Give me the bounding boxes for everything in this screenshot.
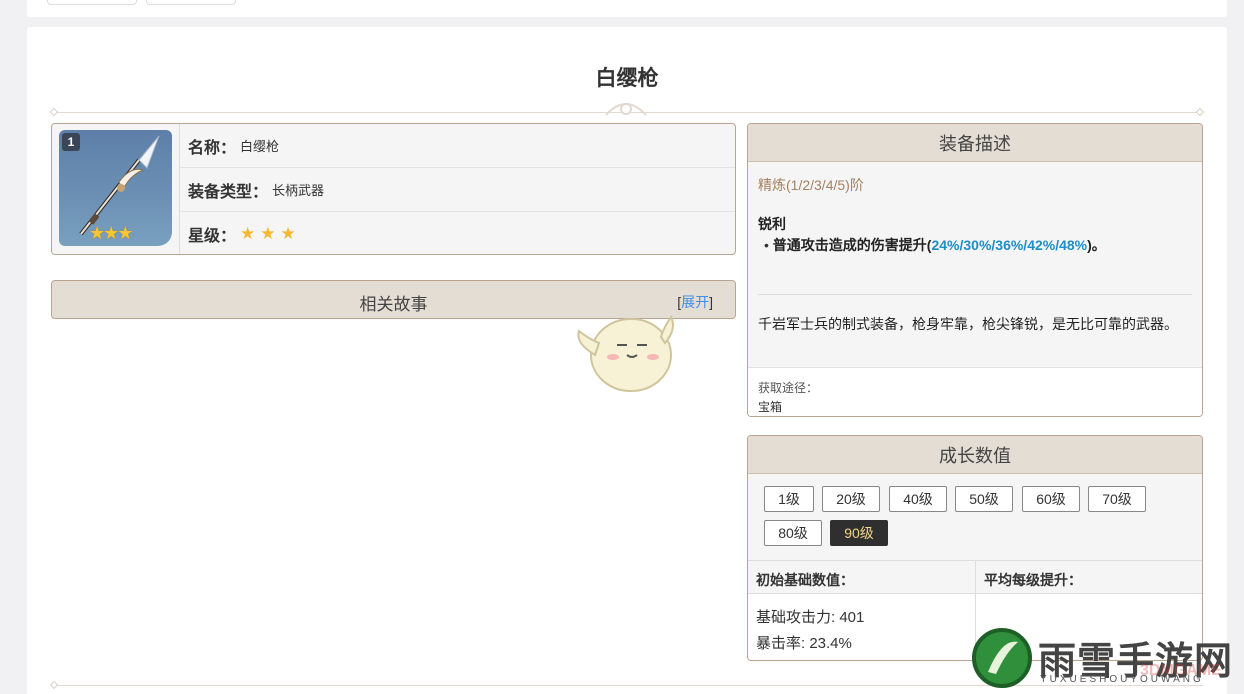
skill-description: • 普通攻击造成的伤害提升(24%/30%/36%/42%/48%)。 [764, 235, 1106, 255]
skill-tail: )。 [1087, 237, 1106, 253]
refine-line: 精炼(1/2/3/4/5)阶 [758, 177, 864, 193]
top-strip [27, 0, 1227, 17]
divider-emblem-icon [605, 103, 647, 116]
source-label: 获取途径： [758, 381, 819, 395]
story-expand: [展开] [677, 292, 713, 312]
name-value: 白缨枪 [240, 139, 280, 154]
type-value: 长柄武器 [272, 183, 325, 198]
avg-growth-header: 平均每级提升： [984, 572, 1082, 588]
expand-bracket: ] [709, 294, 713, 310]
weapon-info-table: 1 ★★★ 名称： 白缨枪 装备类型： 长柄武器 星级： ★ ★ ★ [51, 123, 736, 255]
divider-ornament-icon [49, 107, 59, 117]
flavor-text: 千岩军士兵的制式装备，枪身牢靠，枪尖锋锐，是无比可靠的武器。 [758, 316, 1178, 332]
level-button[interactable]: 60级 [1022, 486, 1080, 512]
mascot-icon [577, 315, 674, 392]
info-row-type: 装备类型： 长柄武器 [180, 168, 735, 212]
weapon-image: 1 ★★★ [59, 130, 172, 246]
base-stats-header: 初始基础数值： [756, 572, 854, 588]
divider-ornament-icon [49, 680, 59, 690]
level-button[interactable]: 50级 [955, 486, 1013, 512]
level-button[interactable]: 70级 [1088, 486, 1146, 512]
top-tab-button[interactable] [146, 0, 236, 5]
watermark-logo-icon [972, 628, 1032, 688]
info-row-rarity: 星级： ★ ★ ★ [180, 212, 735, 254]
site-watermark: 雨雪手游网 3DMGAME YUXUESHOUYOUWANG [972, 628, 1234, 690]
description-divider [758, 294, 1192, 295]
type-label: 装备类型： [188, 183, 269, 201]
divider-ornament-icon [1195, 107, 1205, 117]
source-block: 获取途径： 宝箱 [748, 367, 1202, 416]
rarity-stars: ★ ★ ★ [240, 224, 301, 244]
star-icon: ★ [280, 224, 296, 243]
description-header: 装备描述 [748, 124, 1202, 162]
weapon-image-cell: 1 ★★★ [52, 124, 180, 254]
level-button[interactable]: 90级 [830, 520, 888, 546]
skill-values: 24%/30%/36%/42%/48% [931, 237, 1088, 253]
equipment-description-panel: 装备描述 精炼(1/2/3/4/5)阶 锐利 • 普通攻击造成的伤害提升(24%… [747, 123, 1203, 417]
image-rarity-stars-icon: ★★★ [89, 223, 133, 243]
level-button[interactable]: 20级 [822, 486, 880, 512]
stat-crit-rate: 暴击率: 23.4% [756, 635, 852, 652]
name-label: 名称： [188, 139, 237, 157]
bullet-icon: • [764, 237, 769, 253]
expand-link[interactable]: 展开 [681, 294, 709, 310]
source-value: 宝箱 [758, 400, 783, 414]
level-button[interactable]: 80级 [764, 520, 822, 546]
refine-badge: 1 [62, 133, 80, 151]
star-icon: ★ [260, 224, 276, 243]
rarity-label: 星级： [188, 228, 237, 245]
level-button[interactable]: 40级 [889, 486, 947, 512]
page-title: 白缨枪 [595, 67, 659, 90]
stat-base-attack: 基础攻击力: 401 [756, 609, 865, 626]
star-icon: ★ [240, 224, 256, 243]
skill-text: 普通攻击造成的伤害提升( [772, 237, 932, 253]
level-button[interactable]: 1级 [764, 486, 814, 512]
info-row-name: 名称： 白缨枪 [180, 124, 735, 168]
skill-name: 锐利 [758, 216, 786, 232]
growth-header: 成长数值 [748, 436, 1202, 474]
watermark-subtitle: YUXUESHOUYOUWANG [1040, 674, 1204, 685]
weapon-card: 白缨枪 1 ★★★ 名称： 白缨枪 装备类型： 长柄武器 星级： ★ ★ ★ 相… [27, 27, 1227, 694]
top-tab-button[interactable] [47, 0, 137, 5]
